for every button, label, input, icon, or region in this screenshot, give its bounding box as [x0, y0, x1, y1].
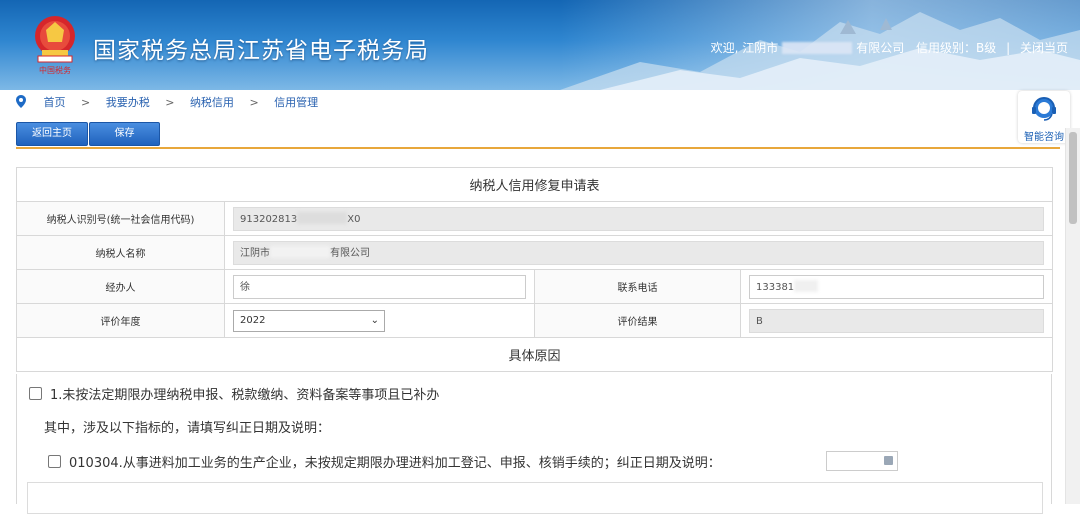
breadcrumb-tax-handling[interactable]: 我要办税	[106, 96, 150, 109]
indicator-row: 010304.从事进料加工业务的生产企业，未按规定期限办理进料加工登记、申报、核…	[48, 452, 721, 471]
breadcrumb-tax-credit[interactable]: 纳税信用	[190, 96, 234, 109]
reasons-section: 1.未按法定期限办理纳税申报、税款缴纳、资料备案等事项且已补办 其中，涉及以下指…	[16, 374, 1052, 514]
instruction-text: 其中，涉及以下指标的，请填写纠正日期及说明：	[44, 421, 331, 436]
taxpayer-id-suffix: X0	[347, 213, 361, 225]
credit-level: 信用级别：B级	[916, 41, 997, 55]
reason-1-row: 1.未按法定期限办理纳税申报、税款缴纳、资料备案等事项且已补办	[29, 384, 439, 403]
save-button[interactable]: 保存	[89, 122, 160, 146]
year-select[interactable]: 2022 ⌄	[233, 309, 385, 332]
taxpayer-id-label: 纳税人识别号(统一社会信用代码)	[16, 201, 225, 236]
user-info-bar: 欢迎, 江阴市 有限公司 信用级别：B级 | 关闭当页	[711, 39, 1068, 56]
taxpayer-name-cell: 江阴市 有限公司	[223, 235, 1054, 270]
result-cell: B	[739, 303, 1054, 338]
breadcrumb-credit-management[interactable]: 信用管理	[274, 96, 318, 109]
close-page-link[interactable]: 关闭当页	[1020, 41, 1068, 55]
welcome-text: 欢迎, 江阴市	[710, 41, 779, 55]
redacted-name	[270, 245, 330, 258]
taxpayer-id-prefix: 913202813	[240, 213, 298, 225]
redacted-phone	[794, 279, 819, 292]
smart-consult-button[interactable]: 智能咨询	[1018, 91, 1070, 143]
phone-input[interactable]: 133381	[749, 274, 1045, 299]
correction-date-input[interactable]	[826, 451, 898, 471]
chevron-down-icon: ⌄	[370, 314, 379, 326]
year-label: 评价年度	[16, 303, 225, 338]
taxpayer-name-label: 纳税人名称	[16, 235, 225, 270]
svg-text:中国税务: 中国税务	[39, 65, 71, 75]
separator: |	[1006, 41, 1011, 55]
result-label: 评价结果	[534, 303, 741, 338]
indicator-checkbox[interactable]	[48, 455, 61, 468]
phone-cell: 133381	[739, 269, 1054, 304]
breadcrumb-arrow: >	[81, 96, 91, 109]
breadcrumb-arrow: >	[249, 96, 259, 109]
credit-repair-form: 纳税人信用修复申请表 纳税人识别号(统一社会信用代码) 913202813 X0 …	[15, 167, 1054, 372]
calendar-icon	[884, 456, 893, 465]
back-home-button[interactable]: 返回主页	[16, 122, 88, 146]
scrollbar-thumb[interactable]	[1069, 132, 1077, 224]
year-value: 2022	[240, 314, 266, 326]
company-suffix: 有限公司	[856, 41, 905, 55]
smart-consult-label: 智能咨询	[1024, 132, 1064, 143]
breadcrumb: 首页 > 我要办税 > 纳税信用 > 信用管理	[16, 94, 318, 112]
agent-value: 徐	[240, 281, 250, 293]
breadcrumb-arrow: >	[165, 96, 175, 109]
result-field: B	[749, 308, 1045, 333]
location-pin-icon	[16, 95, 26, 108]
agent-cell: 徐	[224, 269, 535, 304]
indicator-label: 010304.从事进料加工业务的生产企业，未按规定期限办理进料加工登记、申报、核…	[69, 456, 721, 471]
redacted-id	[297, 211, 348, 224]
explanation-textarea[interactable]	[27, 482, 1043, 514]
reasons-heading: 具体原因	[15, 337, 1054, 372]
phone-label: 联系电话	[534, 269, 741, 304]
phone-value: 133381	[756, 281, 795, 293]
reason-1-label: 1.未按法定期限办理纳税申报、税款缴纳、资料备案等事项且已补办	[50, 388, 440, 403]
result-value: B	[756, 315, 763, 327]
toolbar-divider	[16, 147, 1060, 149]
redacted-company	[782, 42, 853, 54]
site-header: 中国税务 国家税务总局江苏省电子税务局 欢迎, 江阴市 有限公司 信用级别：B级 …	[0, 0, 1080, 90]
site-title: 国家税务总局江苏省电子税务局	[93, 38, 429, 64]
headset-icon	[1032, 97, 1056, 121]
reason-1-checkbox[interactable]	[29, 387, 42, 400]
taxpayer-name-prefix: 江阴市	[240, 247, 270, 259]
breadcrumb-home[interactable]: 首页	[44, 96, 66, 109]
taxpayer-id-cell: 913202813 X0	[223, 201, 1054, 236]
tax-emblem-icon: 中国税务	[35, 16, 75, 75]
page-scrollbar[interactable]	[1065, 128, 1080, 504]
taxpayer-name-suffix: 有限公司	[330, 247, 370, 259]
year-cell: 2022 ⌄	[224, 303, 535, 338]
taxpayer-name-field: 江阴市 有限公司	[233, 240, 1045, 265]
taxpayer-id-field: 913202813 X0	[233, 206, 1045, 231]
agent-label: 经办人	[16, 269, 225, 304]
form-title: 纳税人信用修复申请表	[15, 167, 1054, 202]
agent-input[interactable]: 徐	[233, 274, 526, 299]
